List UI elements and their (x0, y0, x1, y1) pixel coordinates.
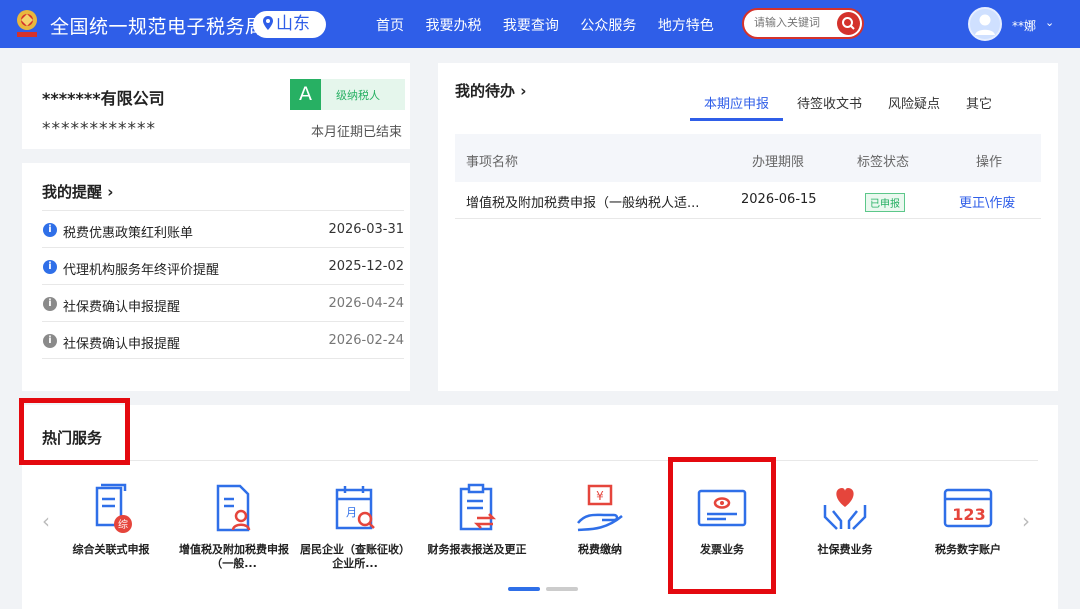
reminder-date: 2026-03-31 (328, 222, 404, 237)
column-header: 事项名称 (466, 155, 519, 170)
document-person-icon (216, 484, 251, 532)
nav-handle-tax[interactable]: 我要办税 (425, 15, 481, 35)
svg-text:月: 月 (346, 506, 357, 519)
info-icon: i (43, 223, 57, 237)
document-zong-icon: 综 (95, 483, 132, 533)
region-label: 山东 (276, 14, 310, 34)
todo-card: 我的待办 › 本期应申报 待签收文书 风险疑点 其它 事项名称 办理期限 标签状态 操… (438, 63, 1058, 391)
tab-risk-issues[interactable]: 风险疑点 (888, 91, 940, 121)
service-financial-statements[interactable]: 财务报表报送及更正 (417, 483, 537, 557)
yuan-hand-icon: ¥ (577, 484, 623, 532)
search-icon (842, 17, 855, 30)
user-name[interactable]: **娜 (1012, 17, 1036, 34)
avatar[interactable] (968, 7, 1002, 41)
reminders-title[interactable]: 我的提醒 › (42, 181, 113, 202)
tax-emblem-icon[interactable] (12, 8, 42, 40)
list-item[interactable]: i 税费优惠政策红利账单 2026-03-31 (42, 211, 404, 248)
column-header: 办理期限 (752, 155, 805, 170)
reminder-text: 社保费确认申报提醒 (63, 337, 181, 352)
service-label: 综合关联式申报 (72, 543, 150, 556)
divider (42, 460, 1038, 461)
info-icon: i (43, 297, 57, 311)
service-label: 税务数字账户 (935, 543, 1001, 556)
column-header: 操作 (976, 155, 1003, 170)
list-item[interactable]: i 社保费确认申报提醒 2026-02-24 (42, 322, 404, 359)
service-label: 社保费业务 (817, 543, 873, 556)
correct-void-link[interactable]: 更正\作废 (959, 192, 1015, 211)
heart-hands-icon (823, 488, 867, 530)
reminders-card: 我的提醒 › i 税费优惠政策红利账单 2026-03-31 i 代理机构服务年… (22, 163, 410, 391)
grade-label: 级纳税人 (336, 89, 380, 102)
service-enterprise-income-tax[interactable]: 月 居民企业（查账征收）企业所... (295, 483, 415, 571)
todo-title[interactable]: 我的待办 › (455, 80, 526, 101)
hot-services-card: 热门服务 ‹ › 综 综合关联式申报 增值税及附加税费申报（一般... 月 居民… (22, 405, 1058, 609)
svg-text:综: 综 (118, 518, 128, 531)
highlight-box (19, 398, 130, 465)
chevron-down-icon[interactable]: ⌄ (1045, 16, 1054, 29)
carousel-page-dot[interactable] (508, 587, 540, 591)
nav-local-features[interactable]: 地方特色 (658, 15, 714, 35)
service-label: 增值税及附加税费申报（一般... (179, 543, 289, 570)
grade-letter: A (290, 79, 321, 110)
site-title[interactable]: 全国统一规范电子税务局 (50, 12, 265, 39)
svg-text:¥: ¥ (596, 489, 604, 503)
company-name: *******有限公司 (42, 89, 165, 108)
service-tax-payment[interactable]: ¥ 税费缴纳 (540, 483, 660, 557)
table-row: 增值税及附加税费申报（一般纳税人适... 2026-06-15 已申报 更正\作… (455, 182, 1041, 219)
reminder-date: 2026-02-24 (328, 333, 404, 348)
info-icon: i (43, 260, 57, 274)
calendar-search-icon: 月 (335, 486, 375, 530)
search-input[interactable] (754, 16, 834, 29)
status-badge: 已申报 (865, 193, 905, 212)
tab-current-declaration[interactable]: 本期应申报 (690, 91, 784, 121)
reminder-date: 2025-12-02 (328, 259, 404, 274)
clipboard-exchange-icon (459, 483, 497, 531)
reminder-text: 社保费确认申报提醒 (63, 300, 181, 315)
list-item[interactable]: i 社保费确认申报提醒 2026-04-24 (42, 285, 404, 322)
reminders-list: i 税费优惠政策红利账单 2026-03-31 i 代理机构服务年终评价提醒 2… (42, 210, 404, 359)
chevron-left-icon[interactable]: ‹ (42, 509, 50, 533)
service-label: 财务报表报送及更正 (427, 543, 527, 556)
nav-query[interactable]: 我要查询 (503, 15, 559, 35)
item-name[interactable]: 增值税及附加税费申报（一般纳税人适... (466, 192, 699, 211)
reminder-text: 代理机构服务年终评价提醒 (63, 263, 220, 278)
nav-home[interactable]: 首页 (376, 15, 404, 35)
search-button[interactable] (837, 12, 860, 35)
tab-others[interactable]: 其它 (966, 91, 992, 121)
item-deadline: 2026-06-15 (741, 192, 817, 207)
column-header: 标签状态 (857, 155, 910, 170)
region-selector[interactable]: 山东 (253, 11, 326, 38)
nav-public-service[interactable]: 公众服务 (580, 15, 636, 35)
list-item[interactable]: i 代理机构服务年终评价提醒 2025-12-02 (42, 248, 404, 285)
service-label: 居民企业（查账征收）企业所... (300, 543, 410, 570)
service-comprehensive-declaration[interactable]: 综 综合关联式申报 (51, 483, 171, 557)
carousel-page-dot[interactable] (546, 587, 578, 591)
company-card: *******有限公司 ************ A 级纳税人 本月征期已结束 (22, 63, 410, 149)
tax-id: ************ (42, 119, 156, 139)
reminder-text: 税费优惠政策红利账单 (63, 226, 194, 241)
service-label: 税费缴纳 (578, 543, 622, 556)
tab-pending-documents[interactable]: 待签收文书 (797, 91, 862, 121)
todo-tabs: 本期应申报 待签收文书 风险疑点 其它 (690, 91, 1018, 121)
highlight-box (668, 457, 776, 594)
table-header: 事项名称 办理期限 标签状态 操作 (455, 134, 1041, 182)
location-pin-icon (263, 16, 273, 30)
period-status: 本月征期已结束 (310, 125, 402, 140)
credit-grade-badge: A 级纳税人 (290, 79, 405, 110)
info-icon: i (43, 334, 57, 348)
svg-text:123: 123 (952, 505, 985, 524)
top-bar: 全国统一规范电子税务局 山东 首页 我要办税 我要查询 公众服务 地方特色 **… (0, 0, 1080, 48)
service-digital-account[interactable]: 123 税务数字账户 (908, 483, 1028, 557)
service-vat-declaration[interactable]: 增值税及附加税费申报（一般... (174, 483, 294, 571)
card-123-icon: 123 (943, 488, 993, 528)
service-social-insurance[interactable]: 社保费业务 (785, 483, 905, 557)
user-icon (975, 14, 995, 35)
main-nav: 首页 我要办税 我要查询 公众服务 地方特色 (376, 15, 731, 35)
search-box (742, 8, 864, 39)
reminder-date: 2026-04-24 (328, 296, 404, 311)
